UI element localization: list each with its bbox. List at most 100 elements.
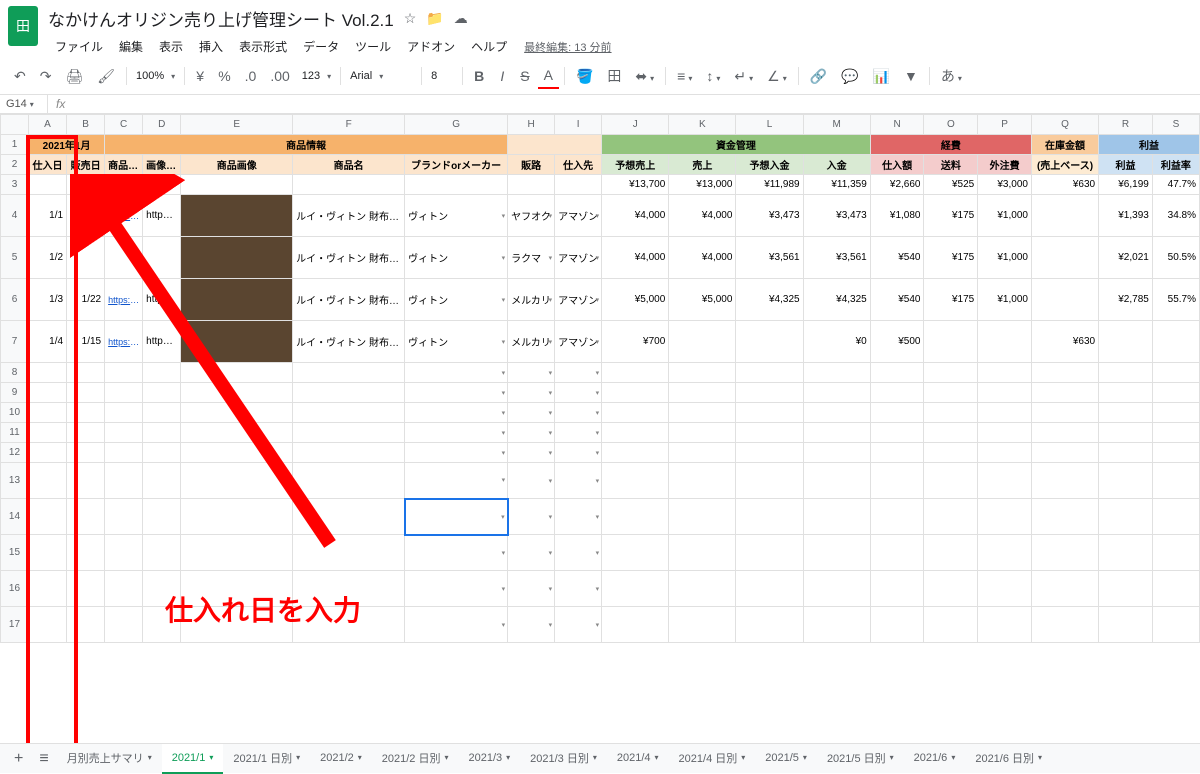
- sub-e[interactable]: 商品画像: [181, 155, 293, 175]
- cell[interactable]: [736, 383, 803, 403]
- cell[interactable]: [669, 363, 736, 383]
- decimal-dec-button[interactable]: .0: [239, 64, 263, 88]
- cell[interactable]: [28, 571, 66, 607]
- cell[interactable]: [1031, 607, 1098, 643]
- val-m[interactable]: ¥0: [803, 321, 870, 363]
- cell[interactable]: [924, 383, 978, 403]
- strike-button[interactable]: S: [514, 64, 535, 88]
- col-header-Q[interactable]: Q: [1031, 115, 1098, 135]
- move-icon[interactable]: 📁: [426, 10, 443, 27]
- cell[interactable]: [1152, 535, 1199, 571]
- cell[interactable]: [67, 499, 105, 535]
- cell[interactable]: [870, 499, 924, 535]
- paint-format-button[interactable]: 🖌: [91, 64, 121, 89]
- cell[interactable]: [924, 423, 978, 443]
- cell[interactable]: [293, 363, 405, 383]
- col-header-M[interactable]: M: [803, 115, 870, 135]
- stock-header[interactable]: 在庫金額: [1031, 135, 1098, 155]
- cell[interactable]: [736, 363, 803, 383]
- cell[interactable]: [293, 607, 405, 643]
- cell[interactable]: [143, 463, 181, 499]
- menu-挿入[interactable]: 挿入: [192, 35, 230, 58]
- cell[interactable]: [1152, 607, 1199, 643]
- cell[interactable]: [669, 499, 736, 535]
- cell[interactable]: [105, 363, 143, 383]
- redo-button[interactable]: ↷: [34, 64, 58, 89]
- row-header-13[interactable]: 13: [1, 463, 29, 499]
- zoom-select[interactable]: 100%: [132, 68, 179, 84]
- row-header-16[interactable]: 16: [1, 571, 29, 607]
- cell[interactable]: [803, 363, 870, 383]
- total-n[interactable]: ¥2,660: [870, 175, 924, 195]
- sub-h[interactable]: 販路: [508, 155, 555, 175]
- imgurl-cell[interactable]: [143, 237, 181, 279]
- cell[interactable]: [803, 499, 870, 535]
- cell[interactable]: [1152, 443, 1199, 463]
- cell[interactable]: [293, 499, 405, 535]
- cloud-icon[interactable]: ☁: [454, 10, 468, 27]
- menu-編集[interactable]: 編集: [112, 35, 150, 58]
- sub-i[interactable]: 仕入先: [555, 155, 602, 175]
- cell[interactable]: [602, 423, 669, 443]
- channel-cell[interactable]: メルカリ: [508, 321, 555, 363]
- cell[interactable]: [508, 607, 555, 643]
- cell[interactable]: [924, 571, 978, 607]
- cell[interactable]: [28, 175, 66, 195]
- cell[interactable]: [28, 383, 66, 403]
- cell[interactable]: [105, 403, 143, 423]
- borders-button[interactable]: 田: [601, 62, 627, 90]
- cell[interactable]: [1031, 403, 1098, 423]
- val-s[interactable]: [1152, 321, 1199, 363]
- product-name[interactable]: ルイ・ヴィトン 財布 M62237: [293, 279, 405, 321]
- cell[interactable]: [293, 463, 405, 499]
- cell[interactable]: [143, 423, 181, 443]
- cell[interactable]: [736, 443, 803, 463]
- cell[interactable]: [924, 443, 978, 463]
- val-q[interactable]: ¥630: [1031, 321, 1098, 363]
- cell[interactable]: [67, 363, 105, 383]
- cell[interactable]: [669, 423, 736, 443]
- val-s[interactable]: 34.8%: [1152, 195, 1199, 237]
- cell[interactable]: [28, 443, 66, 463]
- sheet-tab-2021/3[interactable]: 2021/3▾: [458, 744, 520, 774]
- total-l[interactable]: ¥11,989: [736, 175, 803, 195]
- cell-b[interactable]: 1/5: [67, 195, 105, 237]
- col-header-J[interactable]: J: [602, 115, 669, 135]
- cell[interactable]: [67, 423, 105, 443]
- cell[interactable]: [293, 403, 405, 423]
- cell[interactable]: [1099, 403, 1153, 423]
- val-q[interactable]: [1031, 279, 1098, 321]
- cell[interactable]: [181, 383, 293, 403]
- imgurl-cell[interactable]: https://i: [143, 321, 181, 363]
- cell[interactable]: [67, 571, 105, 607]
- cell[interactable]: [405, 499, 508, 535]
- sheet-tab-2021/4 日別[interactable]: 2021/4 日別▾: [669, 744, 756, 774]
- cell[interactable]: [143, 571, 181, 607]
- cell[interactable]: [181, 463, 293, 499]
- cell[interactable]: [143, 443, 181, 463]
- product-image[interactable]: [181, 237, 293, 279]
- add-sheet-button[interactable]: +: [6, 750, 31, 768]
- cell[interactable]: [405, 423, 508, 443]
- doc-title[interactable]: なかけんオリジン売り上げ管理シート Vol.2.1: [48, 6, 394, 31]
- sub-r[interactable]: 利益: [1099, 155, 1153, 175]
- cell[interactable]: [555, 571, 602, 607]
- cell[interactable]: [508, 443, 555, 463]
- cell[interactable]: [67, 463, 105, 499]
- val-r[interactable]: ¥2,021: [1099, 237, 1153, 279]
- row-header-6[interactable]: 6: [1, 279, 29, 321]
- cell[interactable]: [105, 383, 143, 403]
- cell[interactable]: [293, 571, 405, 607]
- val-j[interactable]: ¥5,000: [602, 279, 669, 321]
- cell[interactable]: [67, 443, 105, 463]
- cell[interactable]: [1152, 499, 1199, 535]
- star-icon[interactable]: ☆: [404, 10, 417, 27]
- cell[interactable]: [28, 423, 66, 443]
- product-name[interactable]: ルイ・ヴィトン 財布 M62235: [293, 195, 405, 237]
- ime-button[interactable]: あ: [935, 62, 968, 90]
- sub-q[interactable]: (売上ベース): [1031, 155, 1098, 175]
- row-header-9[interactable]: 9: [1, 383, 29, 403]
- val-r[interactable]: ¥2,785: [1099, 279, 1153, 321]
- total-k[interactable]: ¥13,000: [669, 175, 736, 195]
- cell-a[interactable]: 1/4: [28, 321, 66, 363]
